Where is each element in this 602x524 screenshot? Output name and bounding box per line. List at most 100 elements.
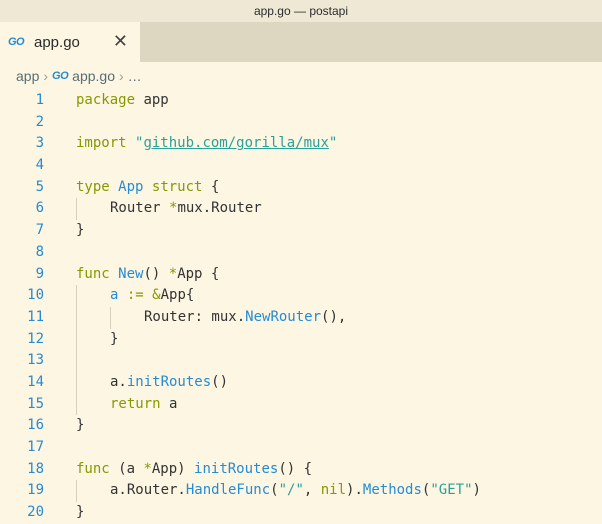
tab-label: app.go: [34, 33, 80, 51]
code-token: Router: [110, 200, 170, 217]
code-token: :=: [118, 287, 153, 304]
line-number: 19: [27, 482, 44, 499]
code-token: func New() *App {: [76, 264, 219, 286]
code-token: }: [110, 330, 119, 347]
code-token: "GET": [430, 482, 473, 499]
line-number: 8: [35, 243, 44, 260]
code-token: ,: [303, 482, 321, 499]
keyword: struct: [151, 178, 203, 195]
line-number: 9: [35, 265, 44, 282]
code-token: a.Router.HandleFunc("/", nil).Methods("G…: [110, 480, 481, 502]
code-token: Router *mux.Router: [110, 198, 262, 220]
go-file-icon: GO: [8, 36, 25, 48]
breadcrumb-file[interactable]: app.go: [72, 68, 115, 84]
line-number: 17: [27, 439, 44, 455]
code-line[interactable]: 14 a.initRoutes(): [0, 371, 602, 394]
code-line[interactable]: 5 type App struct {: [0, 177, 602, 199]
code-token: (: [270, 482, 279, 499]
code-line[interactable]: 7}: [0, 220, 602, 242]
code-token: {: [202, 178, 220, 195]
indent-guide: [76, 480, 77, 503]
code-token: "/": [278, 482, 304, 499]
indent-guide: [76, 350, 77, 372]
tab-app-go[interactable]: GO app.go ✕: [0, 22, 140, 62]
code-token: (): [143, 265, 169, 282]
code-line[interactable]: 1 package app: [0, 90, 602, 112]
code-line[interactable]: 12}: [0, 328, 602, 351]
code-token: import "github.com/gorilla/mux": [76, 133, 337, 155]
code-line[interactable]: 6 Router *mux.Router: [0, 198, 602, 221]
indent-guide: [76, 393, 77, 416]
line-number: 12: [27, 330, 44, 347]
indent-guide: [76, 328, 77, 351]
code-line[interactable]: 19 a.Router.HandleFunc("/", nil).Methods(…: [0, 480, 602, 503]
line-number: 16: [27, 417, 44, 434]
line-number: 20: [27, 504, 44, 521]
breadcrumb-folder[interactable]: app: [16, 68, 39, 84]
keyword: type: [76, 178, 110, 195]
keyword: return: [110, 395, 161, 412]
code-token: (): [211, 373, 229, 390]
line-number: 14: [27, 373, 44, 390]
code-token: return a: [110, 394, 177, 416]
code-line[interactable]: 2: [0, 112, 602, 134]
code-token: a.: [110, 373, 127, 390]
close-icon[interactable]: ✕: [113, 31, 128, 52]
line-number: 4: [35, 157, 44, 174]
chevron-right-icon: ›: [43, 68, 49, 84]
code-line[interactable]: 11 Router: mux.NewRouter(),: [0, 306, 602, 329]
code-token: App {: [177, 265, 220, 282]
code-token: app: [135, 92, 169, 108]
code-token: (),: [321, 308, 347, 325]
code-line[interactable]: 10 a := &App{: [0, 285, 602, 307]
code-editor[interactable]: 1 package app 2 3 import "github.com/goril…: [0, 90, 602, 524]
code-line[interactable]: 17: [0, 437, 602, 459]
code-line[interactable]: 16}: [0, 415, 602, 437]
code-token: package app: [76, 90, 169, 112]
breadcrumb-trail[interactable]: …: [128, 68, 142, 84]
line-number: 7: [35, 222, 44, 239]
code-token: type App struct {: [76, 177, 219, 199]
code-line[interactable]: 3 import "github.com/gorilla/mux": [0, 133, 602, 155]
code-token: }: [76, 415, 84, 437]
code-token: App{: [160, 287, 195, 304]
code-token: nil: [320, 482, 347, 499]
keyword: func: [76, 460, 110, 477]
code-line[interactable]: 9 func New() *App {: [0, 264, 602, 286]
line-number: 6: [35, 200, 44, 217]
line-number: 2: [35, 113, 44, 130]
code-token: *: [168, 265, 178, 282]
code-token: App): [151, 460, 195, 477]
line-number: 11: [27, 308, 44, 325]
function-name: New: [118, 265, 144, 282]
code-token: a: [160, 395, 178, 412]
function-name: initRoutes: [194, 460, 279, 477]
code-token: func (a *App) initRoutes() {: [76, 459, 312, 481]
code-token: Router: mux.NewRouter(),: [144, 307, 346, 329]
import-path-link[interactable]: github.com/gorilla/mux: [143, 135, 328, 151]
code-token: }: [76, 222, 85, 239]
code-line[interactable]: 13: [0, 350, 602, 372]
go-file-icon: GO: [52, 70, 69, 82]
code-token: *: [143, 460, 152, 477]
indent-guide: [76, 198, 77, 221]
code-line[interactable]: 15 return a: [0, 393, 602, 416]
code-token: }: [76, 417, 85, 434]
code-line[interactable]: 8: [0, 242, 602, 264]
code-line[interactable]: 4: [0, 155, 602, 177]
code-token: (a: [109, 460, 144, 477]
line-number: 1: [35, 92, 44, 108]
code-line[interactable]: 18 func (a *App) initRoutes() {: [0, 459, 602, 481]
keyword: import: [76, 135, 127, 152]
code-token: a := &App{: [110, 285, 194, 307]
window-title: app.go — postapi: [0, 0, 602, 22]
code-line[interactable]: 20}: [0, 502, 602, 524]
line-number: 13: [27, 352, 44, 369]
code-token: ).: [346, 482, 363, 499]
function-name: NewRouter: [245, 308, 322, 325]
line-number: 10: [27, 287, 44, 304]
